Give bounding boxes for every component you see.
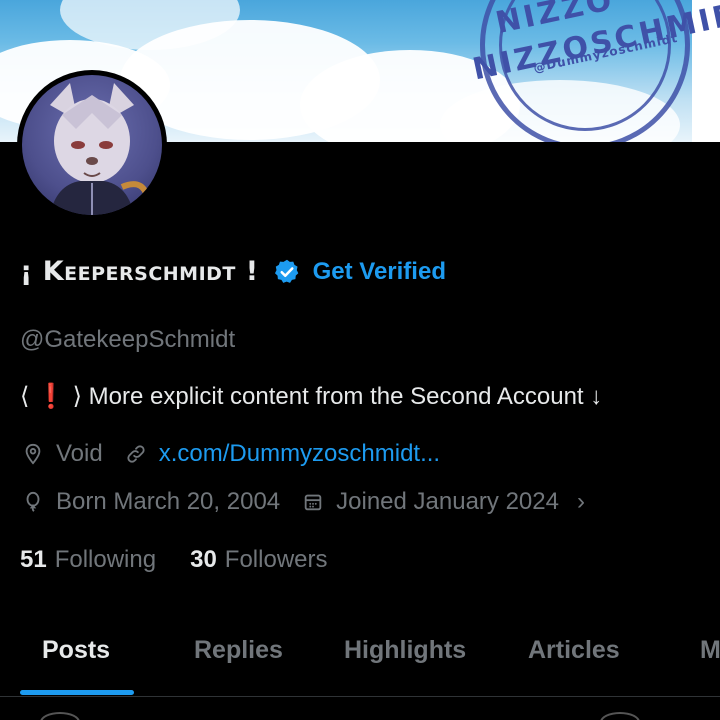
bio-text: More explicit content from the Second Ac… xyxy=(88,383,603,410)
avatar-image xyxy=(22,75,162,215)
profile-meta-row: Born March 20, 2004 Joined January 2024 … xyxy=(22,488,585,516)
name-row: ¡ Keeperschmidt ! Get Verified xyxy=(20,256,446,287)
joined-item[interactable]: Joined January 2024 xyxy=(302,488,559,516)
next-post-avatar xyxy=(40,712,80,720)
next-post-icon xyxy=(600,712,640,720)
verified-badge-icon[interactable] xyxy=(273,258,301,286)
tab-media[interactable]: M xyxy=(700,636,720,665)
balloon-icon xyxy=(26,491,40,512)
birthday-text: Born March 20, 2004 xyxy=(56,488,281,515)
profile-meta-row: Void x.com/Dummyzoschmidt... xyxy=(22,440,462,468)
get-verified-link[interactable]: Get Verified xyxy=(313,258,446,286)
followers-label: Followers xyxy=(224,546,328,573)
bio-bracket-close: ⟩ xyxy=(72,383,82,410)
location-item: Void xyxy=(22,440,103,468)
website-link[interactable]: x.com/Dummyzoschmidt... xyxy=(159,440,440,468)
bio-bracket-open: ⟨ xyxy=(20,383,30,410)
website-item[interactable]: x.com/Dummyzoschmidt... xyxy=(125,440,440,468)
location-text: Void xyxy=(56,440,103,467)
profile-tabs: Posts Replies Highlights Articles M xyxy=(0,620,720,696)
profile-bio: ⟨ ❗ ⟩ More explicit content from the Sec… xyxy=(20,382,602,411)
location-pin-icon xyxy=(25,443,41,465)
tab-posts[interactable]: Posts xyxy=(42,636,110,665)
chevron-right-icon[interactable]: › xyxy=(577,488,585,516)
profile-handle: @GatekeepSchmidt xyxy=(20,326,236,353)
tabs-divider xyxy=(0,696,720,697)
birthday-item: Born March 20, 2004 xyxy=(22,488,280,516)
calendar-icon xyxy=(304,494,322,511)
active-tab-indicator xyxy=(20,690,134,695)
joined-text: Joined January 2024 xyxy=(336,488,559,515)
following-label: Following xyxy=(54,546,157,573)
link-icon xyxy=(127,445,145,463)
followers-link[interactable]: 30 Followers xyxy=(190,546,327,574)
avatar[interactable] xyxy=(17,70,167,220)
exclamation-icon: ❗ xyxy=(36,383,66,410)
tab-highlights[interactable]: Highlights xyxy=(344,636,466,665)
follow-stats: 51 Following 30 Followers xyxy=(20,546,362,574)
following-link[interactable]: 51 Following xyxy=(20,546,156,574)
tab-replies[interactable]: Replies xyxy=(194,636,283,665)
tab-articles[interactable]: Articles xyxy=(528,636,620,665)
followers-count: 30 xyxy=(190,546,217,573)
following-count: 51 xyxy=(20,546,47,573)
display-name: ¡ Keeperschmidt ! xyxy=(20,256,259,287)
